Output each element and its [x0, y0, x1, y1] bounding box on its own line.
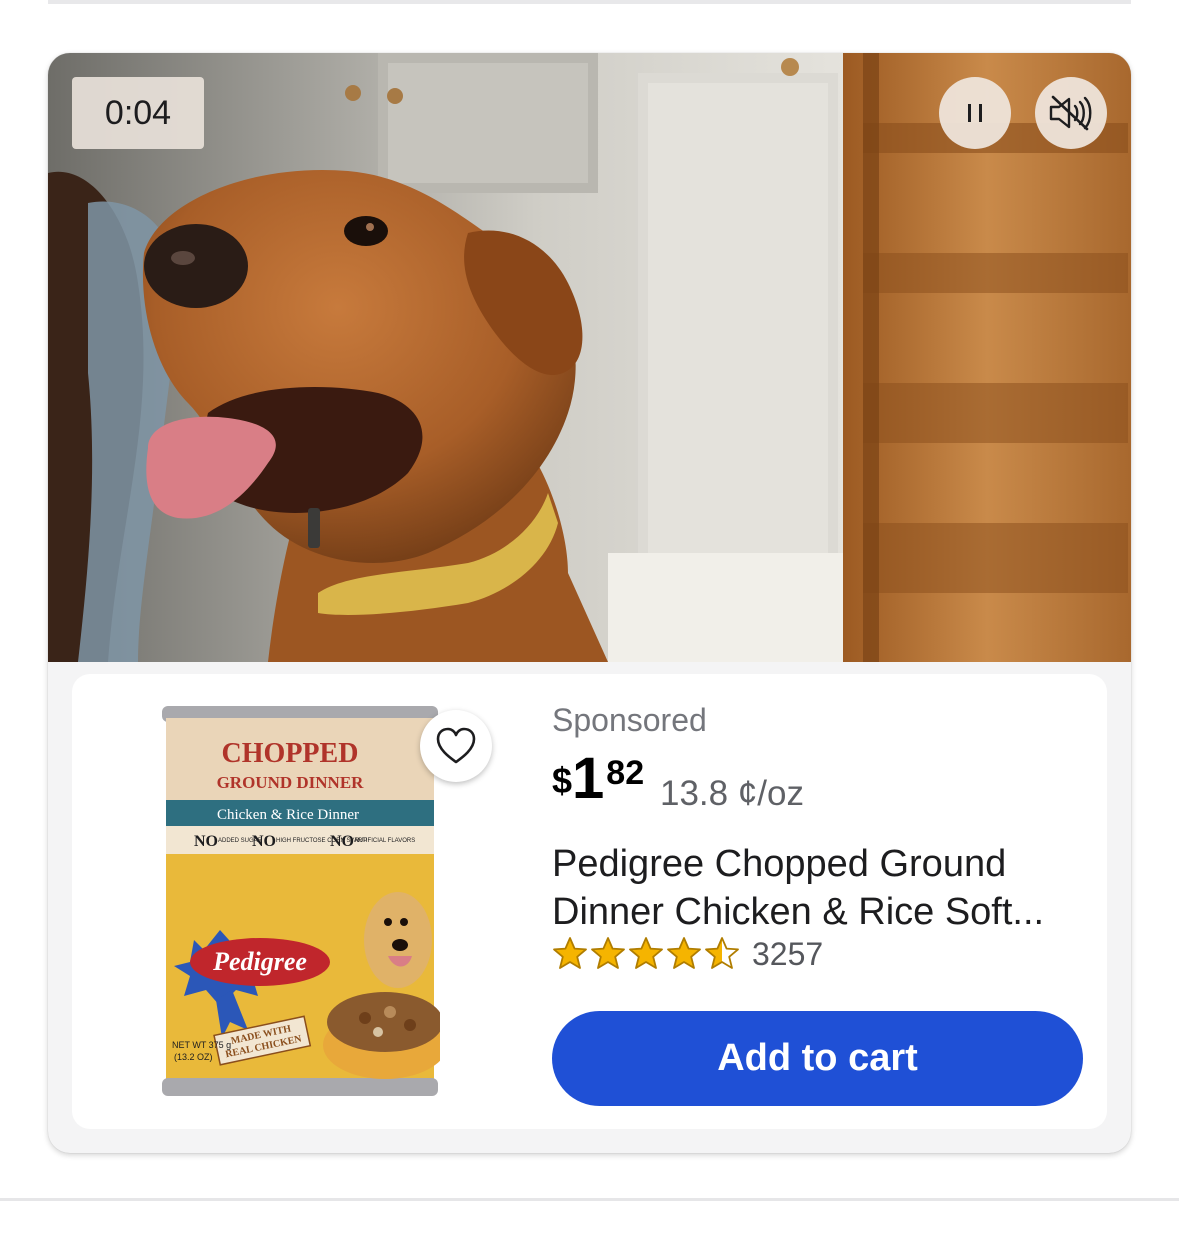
heart-outline-icon [436, 727, 476, 764]
star-half-icon [705, 937, 739, 969]
product-price: $ 1 82 [552, 750, 644, 808]
video-player[interactable]: 0:04 [48, 53, 1131, 662]
product-title-line2[interactable]: Dinner Chicken & Rice Soft... [552, 888, 1072, 936]
product-image[interactable]: CHOPPED GROUND DINNER Chicken & Rice Din… [160, 700, 447, 1100]
can-subhead: GROUND DINNER [217, 773, 365, 792]
sponsored-label: Sponsored [552, 702, 707, 738]
video-timestamp: 0:04 [72, 77, 204, 149]
add-to-cart-button[interactable]: Add to cart [552, 1011, 1083, 1106]
can-net-wt-line2: (13.2 OZ) [174, 1052, 213, 1062]
product-title[interactable]: Pedigree Chopped Ground Dinner Chicken &… [552, 840, 1072, 936]
pause-button[interactable] [939, 77, 1011, 149]
can-claim-no-2: NO [252, 833, 276, 850]
can-net-wt-line1: NET WT 375 g [172, 1040, 231, 1050]
product-rating[interactable]: 3257 [552, 934, 823, 974]
muted-speaker-icon [1049, 95, 1092, 131]
star-rating [552, 936, 740, 972]
favorite-button[interactable] [420, 710, 492, 782]
top-divider [48, 0, 1131, 4]
star-full-icon [553, 937, 587, 969]
can-claim-no-1: NO [194, 833, 218, 850]
can-flavor: Chicken & Rice Dinner [217, 807, 359, 823]
can-headline: CHOPPED [222, 738, 359, 769]
price-dollars: 1 [572, 746, 605, 811]
star-full-icon [667, 937, 701, 969]
pedigree-can-image: CHOPPED GROUND DINNER Chicken & Rice Din… [162, 706, 447, 1096]
price-cents: 82 [606, 754, 645, 792]
product-title-line1[interactable]: Pedigree Chopped Ground [552, 840, 1072, 888]
unit-price: 13.8 ¢/oz [660, 774, 804, 813]
can-brand: Pedigree [212, 947, 307, 976]
can-claim-no-3: NO [330, 833, 354, 850]
bottom-divider [0, 1198, 1179, 1201]
price-currency: $ [552, 760, 573, 801]
sponsored-product-card: 0:04 CHOPPED GROUND DINNER Chicken & Ric… [48, 53, 1131, 1153]
star-full-icon [629, 937, 663, 969]
can-claim-text-3: ARTIFICIAL FLAVORS [354, 838, 415, 844]
review-count: 3257 [752, 935, 824, 972]
product-info-panel[interactable]: CHOPPED GROUND DINNER Chicken & Rice Din… [72, 674, 1107, 1129]
mute-toggle-button[interactable] [1035, 77, 1107, 149]
pause-icon [968, 104, 982, 122]
star-full-icon [591, 937, 625, 969]
